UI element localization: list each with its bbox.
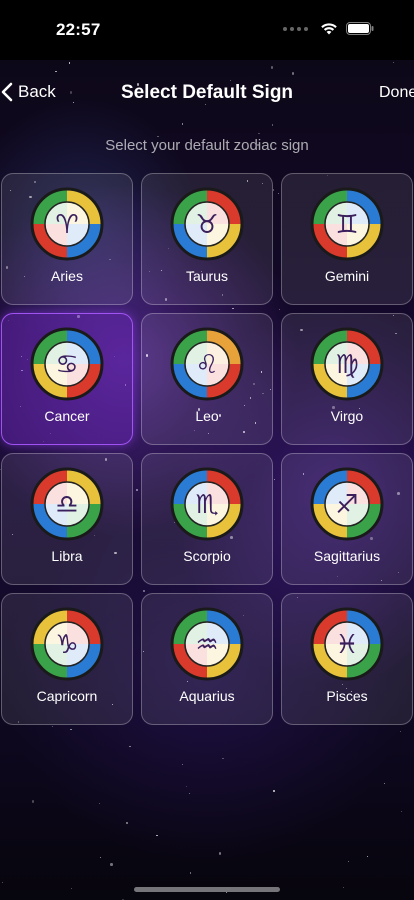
sign-label: Libra (51, 548, 83, 564)
star (126, 822, 128, 824)
star (383, 782, 385, 784)
star (70, 728, 72, 730)
battery-icon (346, 22, 374, 35)
status-icons (283, 22, 374, 35)
signal-dots-icon (283, 26, 308, 31)
star (270, 66, 274, 69)
star (343, 886, 345, 889)
subtitle: Select your default zodiac sign (105, 137, 309, 154)
aries-medallion-icon: ♈ (30, 187, 104, 261)
star (222, 757, 224, 759)
pisces-medallion-icon: ♓ (310, 607, 384, 681)
star (69, 62, 71, 64)
star (51, 726, 53, 728)
sign-card-leo[interactable]: ♌ Leo (141, 313, 273, 445)
svg-text:♓: ♓ (335, 630, 358, 660)
sign-card-capricorn[interactable]: ♑ Capricorn (1, 593, 133, 725)
sign-label: Capricorn (36, 688, 98, 704)
star (31, 800, 35, 803)
sign-label: Gemini (324, 268, 370, 284)
sign-card-aries[interactable]: ♈ Aries (1, 173, 133, 305)
star (399, 730, 402, 733)
star (258, 132, 260, 134)
star (393, 61, 395, 63)
star (181, 764, 183, 766)
svg-text:♒: ♒ (195, 630, 218, 660)
sign-label: Aquarius (179, 688, 235, 704)
wifi-icon (321, 23, 337, 35)
star (273, 790, 275, 792)
star (129, 746, 131, 748)
page-title: Select Default Sign (120, 82, 294, 103)
star (347, 861, 350, 863)
sign-card-scorpio[interactable]: ♏ Scorpio (141, 453, 273, 585)
cancer-medallion-icon: ♋ (30, 327, 104, 401)
star (367, 856, 369, 858)
star (98, 802, 100, 804)
star (272, 124, 274, 126)
svg-text:♊: ♊ (335, 210, 358, 240)
star (186, 785, 188, 787)
svg-text:♉: ♉ (195, 210, 218, 240)
svg-text:♐: ♐ (335, 490, 358, 520)
sign-card-pisces[interactable]: ♓ Pisces (281, 593, 413, 725)
scorpio-medallion-icon: ♏ (170, 467, 244, 541)
svg-text:♌: ♌ (195, 350, 218, 380)
virgo-medallion-icon: ♍ (310, 327, 384, 401)
star (1, 881, 3, 884)
sign-card-aquarius[interactable]: ♒ Aquarius (141, 593, 273, 725)
svg-text:♋: ♋ (55, 350, 78, 380)
capricorn-medallion-icon: ♑ (30, 607, 104, 681)
star (188, 792, 191, 794)
gemini-medallion-icon: ♊ (310, 187, 384, 261)
svg-text:♎: ♎ (55, 490, 78, 520)
star (110, 863, 113, 866)
sign-card-sagittarius[interactable]: ♐ Sagittarius (281, 453, 413, 585)
sagittarius-medallion-icon: ♐ (310, 467, 384, 541)
sign-card-virgo[interactable]: ♍ Virgo (281, 313, 413, 445)
sign-label: Taurus (185, 268, 229, 284)
sign-label: Cancer (44, 408, 90, 424)
star (400, 810, 402, 812)
sign-label: Leo (195, 408, 219, 424)
svg-text:♈: ♈ (55, 210, 78, 240)
svg-text:♑: ♑ (55, 630, 78, 660)
sign-label: Sagittarius (313, 548, 381, 564)
sign-card-cancer[interactable]: ♋ Cancer (1, 313, 133, 445)
star (99, 856, 101, 859)
leo-medallion-icon: ♌ (170, 327, 244, 401)
sign-label: Aries (51, 268, 83, 284)
sign-label: Pisces (326, 688, 368, 704)
taurus-medallion-icon: ♉ (170, 187, 244, 261)
status-time: 22:57 (56, 20, 101, 39)
sign-label: Virgo (330, 408, 364, 424)
star (182, 123, 184, 125)
home-indicator (134, 887, 280, 892)
svg-text:♏: ♏ (195, 490, 218, 520)
navigation-bar: Back Select Default Sign Done (0, 72, 414, 116)
sign-card-libra[interactable]: ♎ Libra (1, 453, 133, 585)
star (156, 834, 158, 837)
zodiac-sign-grid: ♈ Aries ♉ Taurus ♊ Gemini ♋ Cancer ♌ Leo ♍ Virgo ♎ Li… (1, 173, 413, 725)
sign-label: Scorpio (183, 548, 231, 564)
sign-card-gemini[interactable]: ♊ Gemini (281, 173, 413, 305)
sign-card-taurus[interactable]: ♉ Taurus (141, 173, 273, 305)
star (189, 872, 191, 874)
status-bar: 22:57 (0, 0, 414, 60)
svg-text:♍: ♍ (335, 350, 358, 380)
star (218, 852, 222, 855)
aquarius-medallion-icon: ♒ (170, 607, 244, 681)
star (70, 887, 72, 890)
libra-medallion-icon: ♎ (30, 467, 104, 541)
done-button[interactable]: Done (379, 84, 414, 102)
